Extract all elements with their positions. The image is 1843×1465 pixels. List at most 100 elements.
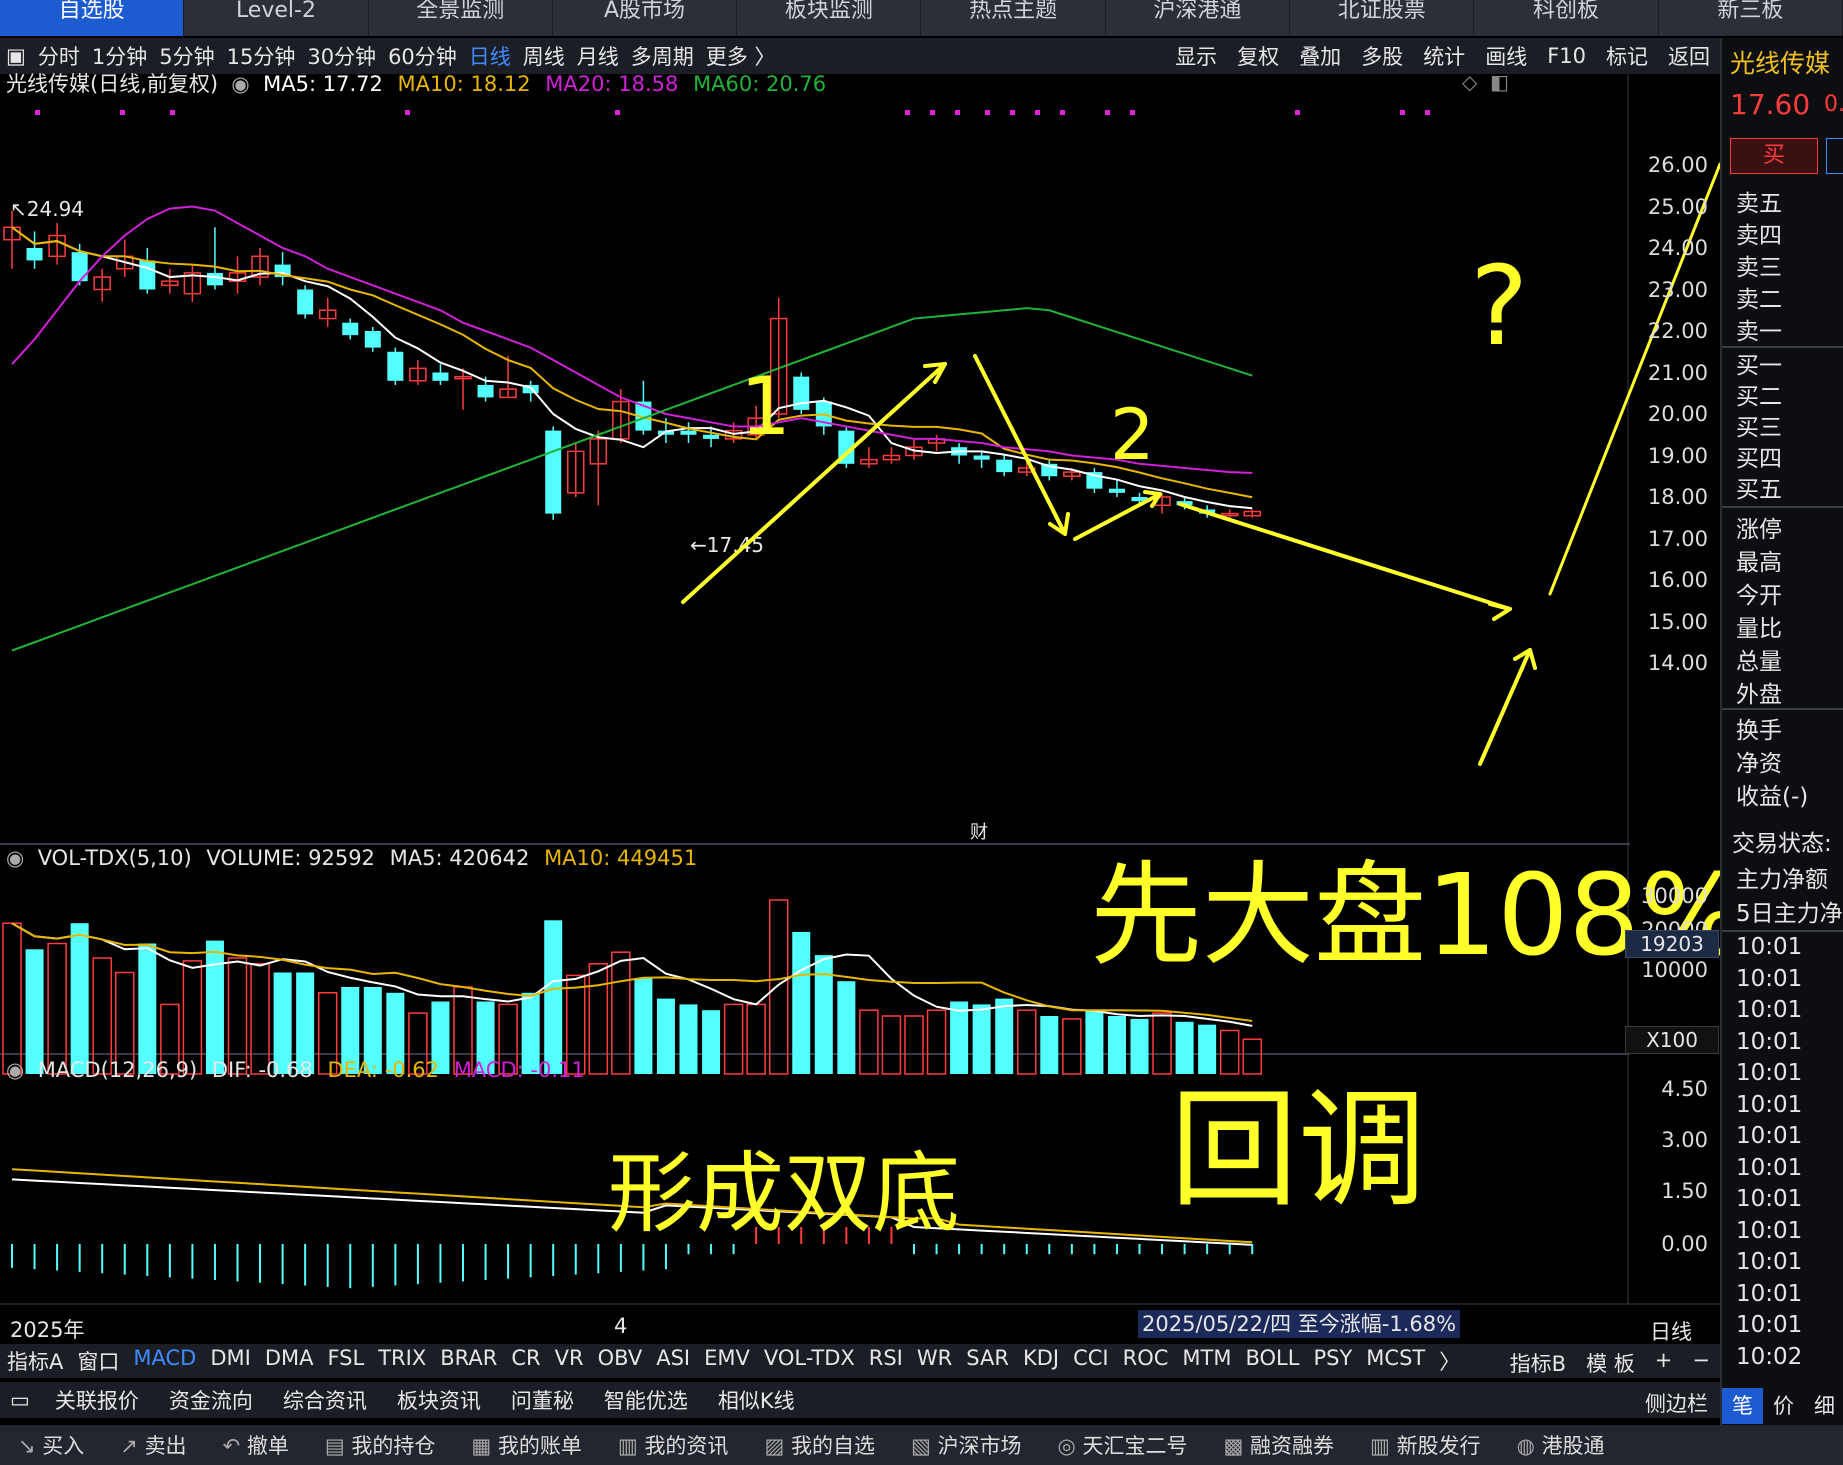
bottom-tab-3[interactable]: 板块资讯 bbox=[382, 1385, 496, 1415]
macd-settings-icon[interactable]: ◉ bbox=[6, 1058, 31, 1082]
period-0[interactable]: 分时 bbox=[32, 41, 86, 71]
sell-button[interactable] bbox=[1826, 138, 1843, 174]
nav-tab-9[interactable]: 新三板 bbox=[1659, 0, 1843, 36]
tick-tab-0[interactable]: 笔 bbox=[1722, 1388, 1763, 1424]
indicator-9[interactable]: VR bbox=[548, 1346, 591, 1376]
status-icon-3: ▤ bbox=[324, 1434, 352, 1458]
toolbar-action-7[interactable]: 标记 bbox=[1596, 41, 1658, 71]
indicator-11[interactable]: ASI bbox=[649, 1346, 697, 1376]
tick-tab-2[interactable]: 细 bbox=[1804, 1388, 1843, 1424]
indicator-8[interactable]: CR bbox=[504, 1346, 547, 1376]
bottom-tab-4[interactable]: 问董秘 bbox=[496, 1385, 589, 1415]
indicator-6[interactable]: TRIX bbox=[371, 1346, 433, 1376]
nav-tab-8[interactable]: 科创板 bbox=[1474, 0, 1659, 36]
toolbar-action-1[interactable]: 复权 bbox=[1227, 41, 1289, 71]
toolbar-action-0[interactable]: 显示 bbox=[1165, 41, 1227, 71]
period-9[interactable]: 多周期 bbox=[625, 41, 700, 71]
indicator-4[interactable]: DMA bbox=[258, 1346, 321, 1376]
bottom-tab-1[interactable]: 资金流向 bbox=[154, 1385, 268, 1415]
tabbar-toggle-icon[interactable]: ▭ bbox=[0, 1388, 40, 1412]
indicator-7[interactable]: BRAR bbox=[433, 1346, 504, 1376]
indicator-15[interactable]: WR bbox=[910, 1346, 959, 1376]
toolbar-action-8[interactable]: 返回 bbox=[1658, 41, 1720, 71]
period-2[interactable]: 5分钟 bbox=[153, 41, 220, 71]
period-6[interactable]: 日线 bbox=[463, 41, 517, 71]
nav-tab-3[interactable]: A股市场 bbox=[553, 0, 738, 36]
period-3[interactable]: 15分钟 bbox=[221, 41, 302, 71]
toolbar-action-4[interactable]: 统计 bbox=[1413, 41, 1475, 71]
status-item-7[interactable]: ▧ 沪深市场 bbox=[893, 1430, 1040, 1460]
period-7[interactable]: 周线 bbox=[517, 41, 571, 71]
bottom-tab-5[interactable]: 智能优选 bbox=[589, 1385, 703, 1415]
period-5[interactable]: 60分钟 bbox=[382, 41, 463, 71]
settings-circle-icon[interactable]: ◉ bbox=[225, 72, 257, 96]
status-item-10[interactable]: ▥ 新股发行 bbox=[1352, 1430, 1499, 1460]
bottom-tab-6[interactable]: 相似K线 bbox=[703, 1385, 810, 1415]
price-tick-6: 20.00 bbox=[1647, 402, 1708, 426]
bottom-tab-2[interactable]: 综合资讯 bbox=[268, 1385, 382, 1415]
status-item-3[interactable]: ▤ 我的持仓 bbox=[307, 1430, 454, 1460]
indicator-16[interactable]: SAR bbox=[959, 1346, 1016, 1376]
status-item-2[interactable]: ↶ 撤单 bbox=[205, 1430, 307, 1460]
indicator-23[interactable]: MCST bbox=[1359, 1346, 1432, 1376]
indicator-right-3[interactable]: − bbox=[1682, 1348, 1720, 1378]
diamond-icon[interactable]: ◇ bbox=[1462, 70, 1477, 94]
status-item-5[interactable]: ▥ 我的资讯 bbox=[600, 1430, 747, 1460]
kline-chart-area[interactable]: ↖24.94 ←17.45 财 1 2? 先大盘108% 回调 形成双底 光线传媒(日线,前复… bbox=[0, 70, 1720, 1344]
toolbar-action-3[interactable]: 多股 bbox=[1351, 41, 1413, 71]
volume-bar-54 bbox=[1219, 1029, 1240, 1075]
indicator-24[interactable]: 〉 bbox=[1432, 1346, 1467, 1376]
period-8[interactable]: 月线 bbox=[571, 41, 625, 71]
status-icon-8: ◎ bbox=[1057, 1434, 1083, 1458]
indicator-21[interactable]: BOLL bbox=[1238, 1346, 1306, 1376]
indicator-17[interactable]: KDJ bbox=[1016, 1346, 1066, 1376]
status-item-6[interactable]: ▨ 我的自选 bbox=[746, 1430, 893, 1460]
toolbar-action-6[interactable]: F10 bbox=[1537, 44, 1596, 68]
toolbar-window-icon[interactable]: ▣ bbox=[0, 44, 32, 68]
indicator-2[interactable]: MACD bbox=[126, 1346, 203, 1376]
nav-tab-2[interactable]: 全景监测 bbox=[369, 0, 553, 36]
status-item-8[interactable]: ◎ 天汇宝二号 bbox=[1040, 1430, 1206, 1460]
nav-tab-5[interactable]: 热点主题 bbox=[921, 0, 1106, 36]
volume-settings-icon[interactable]: ◉ bbox=[6, 846, 31, 870]
tick-tab-1[interactable]: 价 bbox=[1763, 1388, 1804, 1424]
indicator-1[interactable]: 窗口 bbox=[70, 1346, 126, 1376]
indicator-10[interactable]: OBV bbox=[591, 1346, 650, 1376]
period-10[interactable]: 更多 〉 bbox=[700, 41, 782, 71]
nav-tab-7[interactable]: 北证股票 bbox=[1290, 0, 1475, 36]
indicator-right-2[interactable]: + bbox=[1645, 1348, 1683, 1378]
indicator-18[interactable]: CCI bbox=[1066, 1346, 1116, 1376]
indicator-14[interactable]: RSI bbox=[862, 1346, 910, 1376]
sidebar-toggle[interactable]: 侧边栏 bbox=[1645, 1388, 1708, 1418]
indicator-12[interactable]: EMV bbox=[697, 1346, 757, 1376]
indicator-13[interactable]: VOL-TDX bbox=[757, 1346, 862, 1376]
status-item-9[interactable]: ▩ 融资融券 bbox=[1206, 1430, 1353, 1460]
period-1[interactable]: 1分钟 bbox=[86, 41, 153, 71]
nav-tab-4[interactable]: 板块监测 bbox=[737, 0, 922, 36]
indicator-3[interactable]: DMI bbox=[203, 1346, 257, 1376]
indicator-19[interactable]: ROC bbox=[1116, 1346, 1176, 1376]
toolbar-action-5[interactable]: 画线 bbox=[1475, 41, 1537, 71]
panel-toggle-icon[interactable]: ◧ bbox=[1490, 70, 1509, 94]
macd-dea: DEA: -0.62 bbox=[327, 1058, 439, 1082]
period-4[interactable]: 30分钟 bbox=[301, 41, 382, 71]
status-item-1[interactable]: ↗ 卖出 bbox=[102, 1430, 204, 1460]
indicator-right-0[interactable]: 指标B bbox=[1500, 1348, 1576, 1378]
buy-button[interactable]: 买 bbox=[1730, 138, 1818, 174]
nav-tab-6[interactable]: 沪深港通 bbox=[1106, 0, 1291, 36]
status-item-11[interactable]: ◍ 港股通 bbox=[1499, 1430, 1623, 1460]
status-item-4[interactable]: ▦ 我的账单 bbox=[453, 1430, 600, 1460]
stats-divider bbox=[1722, 506, 1843, 508]
indicator-5[interactable]: FSL bbox=[320, 1346, 371, 1376]
indicator-20[interactable]: MTM bbox=[1175, 1346, 1238, 1376]
status-item-0[interactable]: ↘ 买入 bbox=[0, 1430, 102, 1460]
nav-tab-0[interactable]: 自选股 bbox=[0, 0, 185, 36]
toolbar-action-2[interactable]: 叠加 bbox=[1289, 41, 1351, 71]
status-icon-10: ▥ bbox=[1370, 1434, 1397, 1458]
indicator-0[interactable]: 指标A bbox=[0, 1346, 70, 1376]
indicator-22[interactable]: PSY bbox=[1306, 1346, 1359, 1376]
nav-tab-1[interactable]: Level-2 bbox=[184, 0, 369, 36]
indicator-right-1[interactable]: 模 板 bbox=[1576, 1348, 1645, 1378]
bottom-tab-0[interactable]: 关联报价 bbox=[40, 1385, 154, 1415]
finance-marker[interactable]: 财 bbox=[970, 822, 988, 843]
